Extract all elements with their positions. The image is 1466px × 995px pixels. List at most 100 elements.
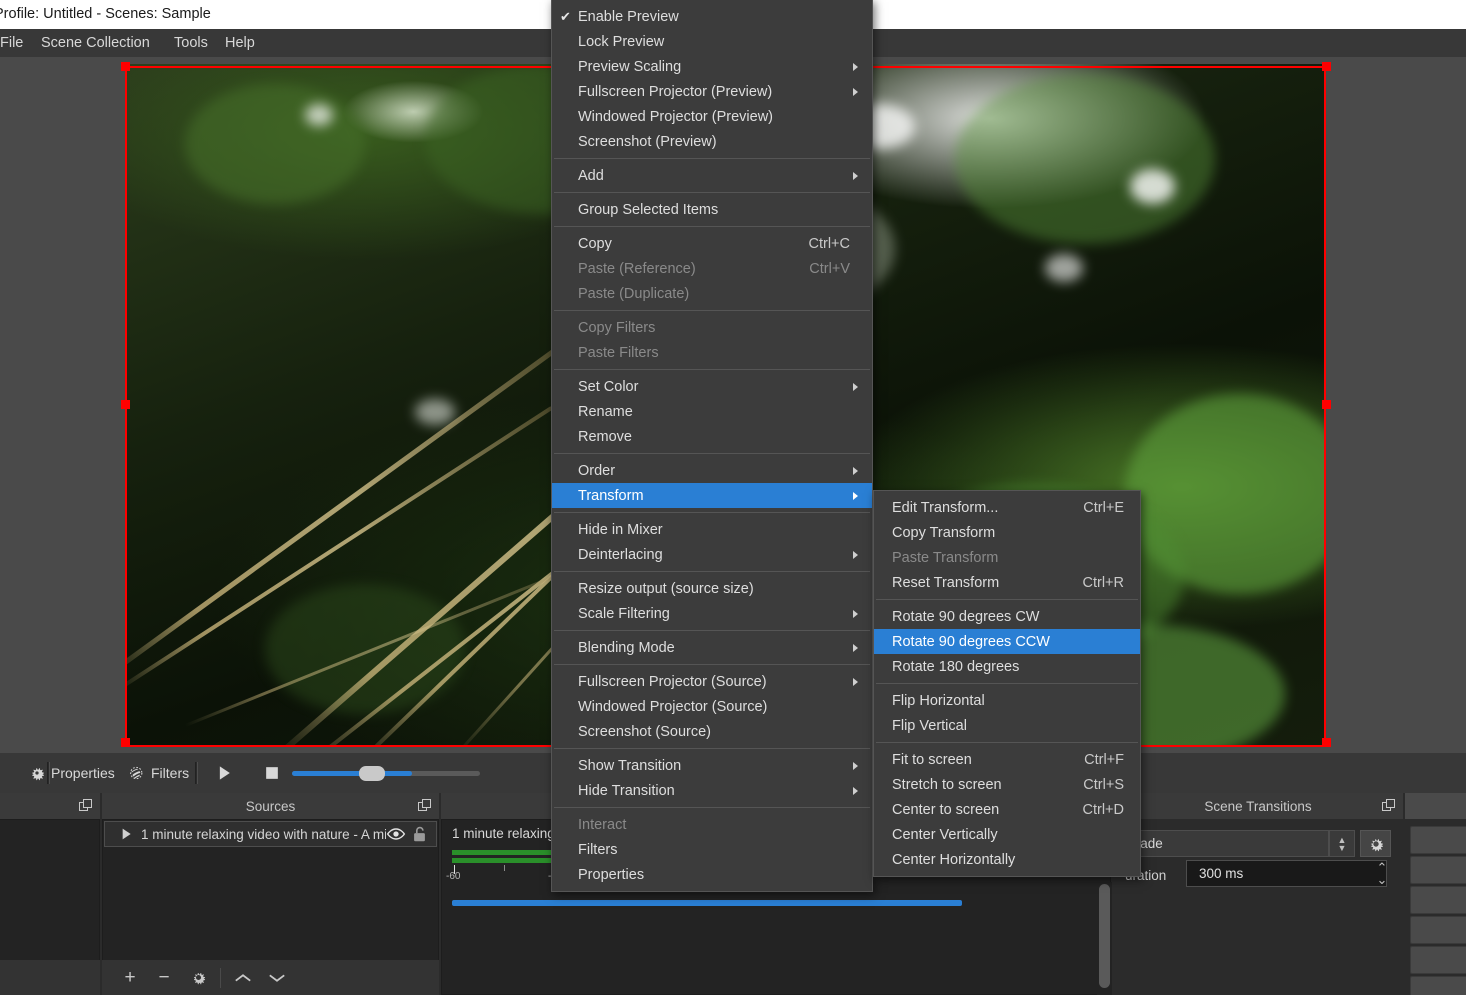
menu-item-label: Copy [578,236,612,252]
start-streaming-button[interactable] [1410,826,1466,854]
context-menu-item-fullscreen-projector-source[interactable]: Fullscreen Projector (Source) [552,669,872,694]
transform-menu-item-reset-transform[interactable]: Reset TransformCtrl+R [874,570,1140,595]
context-menu-item-group-selected-items[interactable]: Group Selected Items [552,197,872,222]
float-icon[interactable] [1382,799,1396,812]
context-menu-item-preview-scaling[interactable]: Preview Scaling [552,54,872,79]
extra-button[interactable] [1410,976,1466,995]
context-menu-item-lock-preview[interactable]: Lock Preview [552,29,872,54]
mixer-scrollbar[interactable] [1097,882,1112,995]
resize-handle-bottom-right[interactable] [1322,738,1331,747]
mixer-scrollbar-thumb[interactable] [1099,884,1110,988]
menu-item-label: Filters [578,842,617,858]
play-icon [115,826,137,842]
transition-stepper[interactable]: ▲ ▼ [1329,830,1355,857]
unlock-icon[interactable] [411,825,428,843]
start-recording-button[interactable] [1410,856,1466,884]
context-menu-item-fullscreen-projector-preview[interactable]: Fullscreen Projector (Preview) [552,79,872,104]
resize-handle-bottom-left[interactable] [121,738,130,747]
transform-menu-item-flip-horizontal[interactable]: Flip Horizontal [874,688,1140,713]
transform-menu-item-center-horizontally[interactable]: Center Horizontally [874,847,1140,872]
menu-item-label: Show Transition [578,758,681,774]
duration-input[interactable]: 300 ms [1186,860,1387,887]
menu-item-label: Reset Transform [892,575,999,591]
studio-mode-button[interactable] [1410,886,1466,914]
context-menu-item-show-transition[interactable]: Show Transition [552,753,872,778]
transform-menu-item-center-vertically[interactable]: Center Vertically [874,822,1140,847]
context-menu-item-screenshot-preview[interactable]: Screenshot (Preview) [552,129,872,154]
context-menu-item-scale-filtering[interactable]: Scale Filtering [552,601,872,626]
resize-handle-top-right[interactable] [1322,62,1331,71]
transform-menu-item-flip-vertical[interactable]: Flip Vertical [874,713,1140,738]
properties-button[interactable]: Properties [28,753,115,793]
filters-button[interactable]: Filters [128,753,189,793]
submenu-arrow-icon [853,63,858,71]
settings-button[interactable] [1410,916,1466,944]
context-menu-item-remove[interactable]: Remove [552,424,872,449]
menu-item-label: Windowed Projector (Source) [578,699,767,715]
move-source-up-button[interactable] [227,963,259,993]
menu-item-label: Fit to screen [892,752,972,768]
menu-item-label: Set Color [578,379,638,395]
menu-scene-collection[interactable]: Scene Collection [32,29,159,57]
menu-help[interactable]: Help [216,29,264,57]
move-source-down-button[interactable] [261,963,293,993]
menu-tools[interactable]: Tools [165,29,217,57]
context-menu-item-copy[interactable]: CopyCtrl+C [552,231,872,256]
menu-item-shortcut: Ctrl+V [809,261,850,277]
transform-submenu[interactable]: Edit Transform...Ctrl+ECopy TransformPas… [873,490,1141,877]
scenes-dock-title [0,793,100,819]
context-menu-item-copy-filters: Copy Filters [552,315,872,340]
context-menu-item-hide-in-mixer[interactable]: Hide in Mixer [552,517,872,542]
volume-slider[interactable] [452,900,962,906]
context-menu-item-set-color[interactable]: Set Color [552,374,872,399]
context-menu-item-resize-output-source-size[interactable]: Resize output (source size) [552,576,872,601]
menu-item-shortcut: Ctrl+F [1084,752,1124,768]
transform-menu-item-stretch-to-screen[interactable]: Stretch to screenCtrl+S [874,772,1140,797]
context-menu-item-add[interactable]: Add [552,163,872,188]
transform-menu-item-fit-to-screen[interactable]: Fit to screen Ctrl+F [874,747,1140,772]
context-menu-item-windowed-projector-source[interactable]: Windowed Projector (Source) [552,694,872,719]
context-menu-item-deinterlacing[interactable]: Deinterlacing [552,542,872,567]
preview-context-menu[interactable]: ✔Enable PreviewLock PreviewPreview Scali… [551,0,873,892]
transform-menu-item-center-to-screen[interactable]: Center to screenCtrl+D [874,797,1140,822]
remove-source-button[interactable]: − [148,963,180,993]
exit-button[interactable] [1410,946,1466,974]
transition-select[interactable]: Fade [1121,830,1329,857]
table-row[interactable]: 1 minute relaxing video with nature - A … [104,821,437,847]
menu-item-label: Copy Filters [578,320,655,336]
resize-handle-top-left[interactable] [121,62,130,71]
transform-menu-item-rotate-90-degrees-cw[interactable]: Rotate 90 degrees CW [874,604,1140,629]
transform-menu-item-rotate-90-degrees-ccw[interactable]: Rotate 90 degrees CCW [874,629,1140,654]
eye-icon[interactable] [386,826,406,842]
float-icon[interactable] [418,799,432,812]
context-menu-item-transform[interactable]: Transform [552,483,872,508]
context-menu-separator [554,571,870,572]
media-seek-knob[interactable] [359,766,385,781]
media-seek-slider[interactable] [292,771,480,776]
resize-handle-left-middle[interactable] [121,400,130,409]
context-menu-item-hide-transition[interactable]: Hide Transition [552,778,872,803]
transform-menu-item-rotate-180-degrees[interactable]: Rotate 180 degrees [874,654,1140,679]
context-menu-item-screenshot-source[interactable]: Screenshot (Source) [552,719,872,744]
resize-handle-right-middle[interactable] [1322,400,1331,409]
menu-item-shortcut: Ctrl+S [1083,777,1124,793]
menu-item-label: Rename [578,404,633,420]
add-source-button[interactable]: + [114,963,146,993]
context-menu-item-windowed-projector-preview[interactable]: Windowed Projector (Preview) [552,104,872,129]
context-menu-item-blending-mode[interactable]: Blending Mode [552,635,872,660]
context-menu-item-enable-preview[interactable]: ✔Enable Preview [552,4,872,29]
float-icon[interactable] [79,799,93,812]
context-menu-item-properties[interactable]: Properties [552,862,872,887]
context-menu-item-filters[interactable]: Filters [552,837,872,862]
media-stop-button[interactable] [262,753,282,793]
source-settings-button[interactable] [182,963,214,993]
duration-stepper[interactable]: ⌃ ⌄ [1369,860,1395,887]
media-play-button[interactable] [214,753,234,793]
transition-settings-button[interactable] [1360,830,1391,857]
menu-file[interactable]: File [0,29,32,57]
context-menu-item-rename[interactable]: Rename [552,399,872,424]
menu-item-shortcut: Ctrl+D [1083,802,1125,818]
context-menu-item-order[interactable]: Order [552,458,872,483]
transform-menu-item-edit-transform[interactable]: Edit Transform...Ctrl+E [874,495,1140,520]
transform-menu-item-copy-transform[interactable]: Copy Transform [874,520,1140,545]
